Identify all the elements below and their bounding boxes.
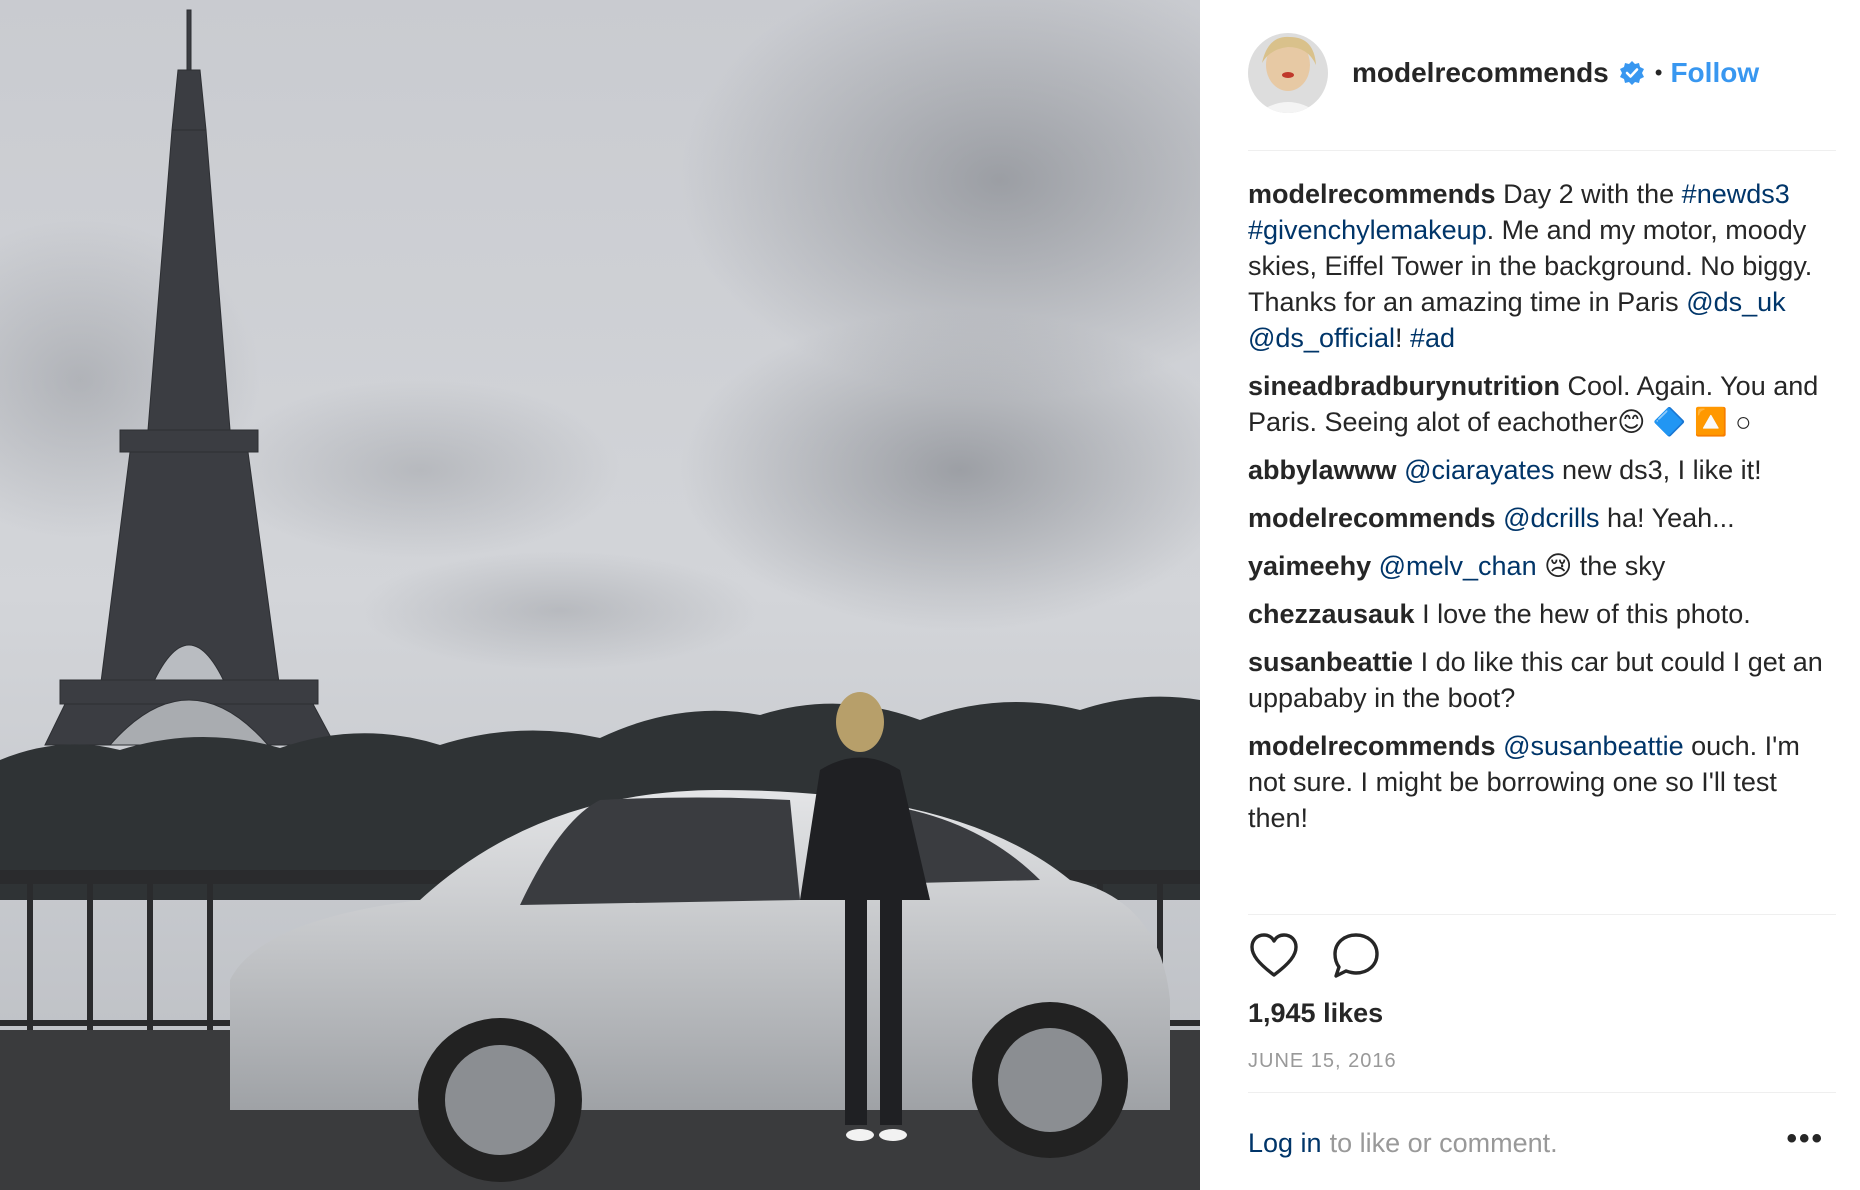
comment-text — [1371, 551, 1379, 581]
comment-username[interactable]: modelrecommends — [1248, 731, 1496, 761]
hashtag-link[interactable]: #givenchylemakeup — [1248, 215, 1487, 245]
photo-illustration — [0, 0, 1200, 1190]
comment-text: ! — [1394, 323, 1410, 353]
avatar[interactable] — [1248, 33, 1328, 113]
comment-text: new ds3, I like it! — [1554, 455, 1762, 485]
avatar-image — [1248, 33, 1328, 113]
login-prompt: Log in to like or comment. ••• — [1248, 1122, 1824, 1159]
mention-link[interactable]: @susanbeattie — [1503, 731, 1684, 761]
comment-text: Day 2 with the — [1495, 179, 1682, 209]
comment: modelrecommends @susanbeattie ouch. I'm … — [1248, 728, 1828, 836]
comment-username[interactable]: abbylawww — [1248, 455, 1397, 485]
comment: abbylawww @ciarayates new ds3, I like it… — [1248, 452, 1828, 488]
mention-link[interactable]: @ds_uk — [1686, 287, 1785, 317]
mention-link[interactable]: @ds_official — [1248, 323, 1395, 353]
comment-text — [1496, 503, 1504, 533]
comment-text: ha! Yeah... — [1599, 503, 1735, 533]
comment: sineadbradburynutrition Cool. Again. You… — [1248, 368, 1828, 440]
divider — [1248, 1092, 1836, 1093]
comment: chezzausauk I love the hew of this photo… — [1248, 596, 1828, 632]
comment: modelrecommends @dcrills ha! Yeah... — [1248, 500, 1828, 536]
comment-username[interactable]: sineadbradburynutrition — [1248, 371, 1560, 401]
verified-badge-icon — [1619, 60, 1645, 86]
post-header: modelrecommends • Follow — [1248, 30, 1824, 116]
divider — [1248, 150, 1836, 151]
instagram-post: modelrecommends • Follow modelrecommends… — [0, 0, 1860, 1190]
separator-dot: • — [1654, 60, 1663, 85]
comment-username[interactable]: modelrecommends — [1248, 179, 1496, 209]
comment-text: 😢 the sky — [1536, 551, 1666, 581]
post-date: JUNE 15, 2016 — [1248, 1050, 1397, 1072]
comment-username[interactable]: modelrecommends — [1248, 503, 1496, 533]
likes-count[interactable]: 1,945 likes — [1248, 998, 1383, 1029]
post-photo[interactable] — [0, 0, 1200, 1190]
comment-text: I love the hew of this photo. — [1414, 599, 1751, 629]
login-link[interactable]: Log in — [1248, 1128, 1322, 1159]
comment: modelrecommends Day 2 with the #newds3 #… — [1248, 176, 1828, 356]
mention-link[interactable]: @melv_chan — [1379, 551, 1537, 581]
comment-username[interactable]: chezzausauk — [1248, 599, 1415, 629]
post-side-panel: modelrecommends • Follow modelrecommends… — [1200, 0, 1860, 1190]
comments-list: modelrecommends Day 2 with the #newds3 #… — [1248, 176, 1828, 848]
hashtag-link[interactable]: #newds3 — [1682, 179, 1790, 209]
login-prompt-text: to like or comment. — [1329, 1128, 1558, 1158]
more-options-button[interactable]: ••• — [1786, 1122, 1824, 1156]
username[interactable]: modelrecommends — [1352, 57, 1609, 89]
comment-text — [1496, 731, 1504, 761]
mention-link[interactable]: @ciarayates — [1404, 455, 1554, 485]
comment-username[interactable]: susanbeattie — [1248, 647, 1413, 677]
heart-icon[interactable] — [1248, 930, 1300, 982]
comment-username[interactable]: yaimeehy — [1248, 551, 1371, 581]
hashtag-link[interactable]: #ad — [1410, 323, 1455, 353]
comment-text — [1397, 455, 1405, 485]
divider — [1248, 914, 1836, 915]
mention-link[interactable]: @dcrills — [1503, 503, 1599, 533]
comment: yaimeehy @melv_chan 😢 the sky — [1248, 548, 1828, 584]
action-bar — [1248, 930, 1382, 982]
comment-bubble-icon[interactable] — [1330, 930, 1382, 982]
comment: susanbeattie I do like this car but coul… — [1248, 644, 1828, 716]
follow-button[interactable]: Follow — [1670, 57, 1759, 89]
